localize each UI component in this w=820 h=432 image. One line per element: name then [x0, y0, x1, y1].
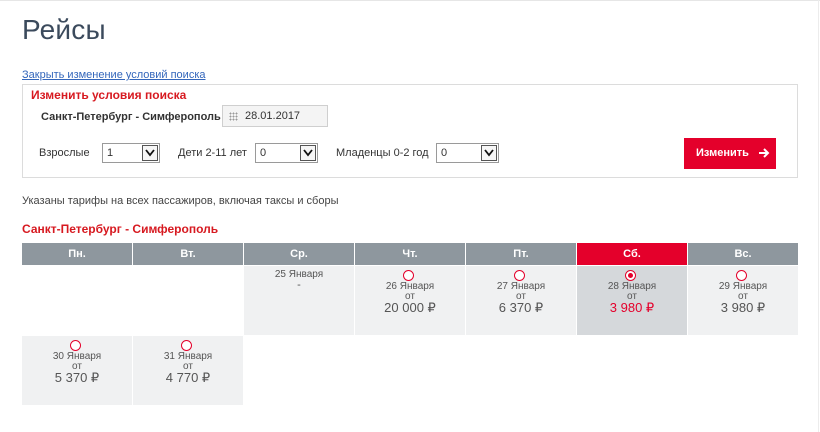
page-title: Рейсы: [22, 14, 106, 45]
children-select[interactable]: 0: [255, 143, 318, 163]
chevron-down-icon[interactable]: [142, 145, 158, 161]
day-cell[interactable]: 29 Января от 3 980 ₽: [688, 266, 798, 335]
day-radio[interactable]: [403, 270, 414, 281]
day-price: 4 770 ₽: [165, 370, 211, 385]
weekday-header: Ср.: [244, 243, 354, 265]
day-price: -: [297, 279, 301, 291]
day-cell[interactable]: 31 Января от 4 770 ₽: [133, 336, 243, 405]
arrow-right-icon: [759, 148, 770, 158]
results-route-title: Санкт-Петербург - Симферополь: [22, 222, 219, 236]
calendar-icon[interactable]: [229, 112, 238, 121]
adults-select[interactable]: 1: [102, 143, 160, 163]
weekday-header: Чт.: [355, 243, 465, 265]
day-price: 3 980 ₽: [720, 300, 766, 315]
submit-button[interactable]: Изменить: [684, 138, 776, 169]
submit-label: Изменить: [696, 147, 749, 159]
day-price: 3 980 ₽: [609, 300, 655, 315]
day-cell[interactable]: 26 Января от 20 000 ₽: [355, 266, 465, 335]
date-field[interactable]: 28.01.2017: [222, 105, 328, 127]
day-price: 5 370 ₽: [54, 370, 100, 385]
day-cell[interactable]: 27 Января от 6 370 ₽: [466, 266, 576, 335]
adults-value: 1: [107, 147, 114, 159]
day-cell: 25 Января -: [244, 266, 354, 335]
weekday-header: Сб.: [577, 243, 687, 265]
day-price: 6 370 ₽: [498, 300, 544, 315]
day-radio-selected[interactable]: [625, 270, 636, 281]
day-cell[interactable]: 30 Января от 5 370 ₽: [22, 336, 132, 405]
day-radio[interactable]: [181, 340, 192, 351]
day-cell-selected[interactable]: 28 Января от 3 980 ₽: [577, 266, 687, 335]
fare-note: Указаны тарифы на всех пассажиров, включ…: [22, 195, 339, 207]
infants-value: 0: [441, 147, 448, 159]
date-value: 28.01.2017: [245, 110, 301, 122]
weekday-header: Вс.: [688, 243, 798, 265]
search-panel: Изменить условия поиска Санкт-Петербург …: [22, 84, 798, 178]
day-price: 20 000 ₽: [384, 300, 436, 315]
panel-title: Изменить условия поиска: [31, 88, 187, 102]
chevron-down-icon[interactable]: [300, 145, 316, 161]
day-radio[interactable]: [70, 340, 81, 351]
adults-label: Взрослые: [39, 147, 90, 159]
right-divider: [818, 0, 819, 432]
weekday-header: Пт.: [466, 243, 576, 265]
close-search-link[interactable]: Закрыть изменение условий поиска: [22, 69, 206, 81]
route-label: Санкт-Петербург - Симферополь: [41, 111, 221, 123]
day-radio[interactable]: [514, 270, 525, 281]
chevron-down-icon[interactable]: [481, 145, 497, 161]
infants-select[interactable]: 0: [436, 143, 499, 163]
top-divider: [0, 0, 820, 1]
weekday-header: Пн.: [22, 243, 132, 265]
children-value: 0: [260, 147, 267, 159]
infants-label: Младенцы 0-2 год: [336, 147, 429, 159]
weekday-header: Вт.: [133, 243, 243, 265]
day-radio[interactable]: [736, 270, 747, 281]
children-label: Дети 2-11 лет: [178, 147, 247, 159]
